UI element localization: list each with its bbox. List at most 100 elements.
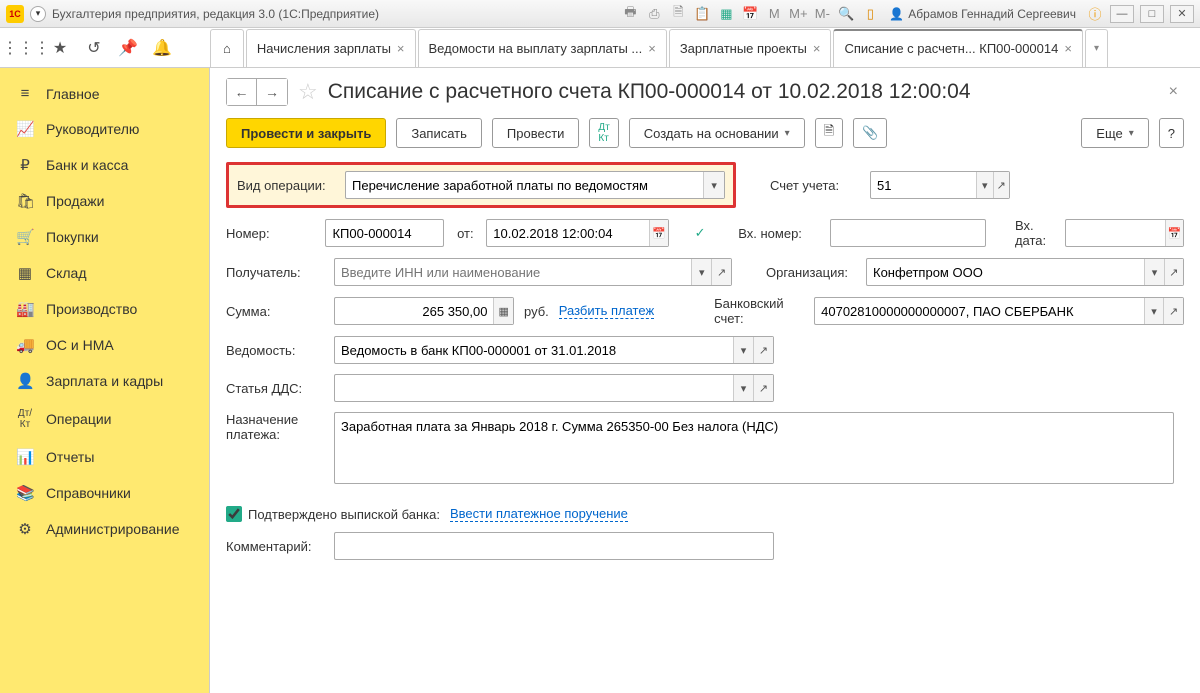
create-based-button[interactable]: Создать на основании▾ (629, 118, 805, 148)
sidebar-item-reports[interactable]: 📊Отчеты (0, 439, 209, 475)
titlebar-dropdown[interactable]: ▾ (30, 6, 46, 22)
dropdown-icon[interactable]: ▾ (976, 172, 993, 198)
m-icon[interactable]: M (765, 5, 783, 23)
confirm-checkbox[interactable]: Подтверждено выпиской банка: (226, 506, 440, 522)
comment-input[interactable] (335, 533, 773, 559)
tab-writeoff[interactable]: Списание с расчетн... КП00-000014× (833, 29, 1082, 67)
back-button[interactable]: ← (227, 79, 257, 105)
help-button[interactable]: ? (1159, 118, 1184, 148)
recipient-input[interactable] (335, 259, 691, 285)
history-icon[interactable]: ↺ (84, 38, 104, 58)
calendar-icon[interactable]: 📅 (1165, 220, 1183, 246)
open-icon[interactable]: ↗ (711, 259, 731, 285)
post-button[interactable]: Провести (492, 118, 580, 148)
tab-payroll[interactable]: Начисления зарплаты× (246, 29, 416, 67)
op-type-field[interactable]: ▾ (345, 171, 725, 199)
save-button[interactable]: Записать (396, 118, 482, 148)
attach-button[interactable]: 📎 (853, 118, 887, 148)
tab-home[interactable]: ⌂ (210, 29, 244, 67)
calendar-icon[interactable]: 📅 (741, 5, 759, 23)
sidebar-item-bank[interactable]: ₽Банк и касса (0, 147, 209, 183)
open-icon[interactable]: ↗ (1163, 298, 1183, 324)
comment-field[interactable] (334, 532, 774, 560)
op-type-input[interactable] (346, 172, 703, 198)
dtkt-button[interactable]: ДтКт (589, 118, 618, 148)
account-field[interactable]: ▾ ↗ (870, 171, 1010, 199)
document-icon[interactable]: 🗎 (669, 5, 687, 23)
tab-close-icon[interactable]: × (397, 41, 405, 56)
more-button[interactable]: Еще▾ (1081, 118, 1148, 148)
dropdown-icon[interactable]: ▾ (1144, 259, 1163, 285)
number-field[interactable] (325, 219, 444, 247)
in-date-field[interactable]: 📅 (1065, 219, 1184, 247)
tab-close-icon[interactable]: × (1064, 41, 1072, 56)
enter-payment-order-link[interactable]: Ввести платежное поручение (450, 506, 628, 522)
apps-icon[interactable]: ⋮⋮⋮ (16, 38, 36, 58)
open-icon[interactable]: ↗ (753, 375, 773, 401)
search-icon[interactable]: 🔍 (837, 5, 855, 23)
calc-icon[interactable]: ▦ (717, 5, 735, 23)
tab-salary-projects[interactable]: Зарплатные проекты× (669, 29, 832, 67)
date-field[interactable]: 📅 (486, 219, 669, 247)
dropdown-icon[interactable]: ▾ (703, 172, 724, 198)
sidebar-item-warehouse[interactable]: ▦Склад (0, 255, 209, 291)
sidebar-item-salary[interactable]: 👤Зарплата и кадры (0, 363, 209, 399)
purpose-textarea[interactable] (334, 412, 1174, 484)
sidebar-item-manager[interactable]: 📈Руководителю (0, 111, 209, 147)
tab-close-icon[interactable]: × (648, 41, 656, 56)
split-payment-link[interactable]: Разбить платеж (559, 303, 654, 319)
org-field[interactable]: ▾ ↗ (866, 258, 1184, 286)
dds-field[interactable]: ▾ ↗ (334, 374, 774, 402)
sidebar-item-production[interactable]: 🏭Производство (0, 291, 209, 327)
tab-overflow[interactable]: ▾ (1085, 29, 1108, 67)
in-number-input[interactable] (831, 220, 984, 246)
sidebar-item-sales[interactable]: 🛍Продажи (0, 183, 209, 219)
sheet-input[interactable] (335, 337, 733, 363)
report-button[interactable]: 🗎 (815, 118, 843, 148)
calc-icon[interactable]: ▦ (493, 298, 513, 324)
info-icon[interactable]: ⓘ (1086, 5, 1104, 23)
m-minus-icon[interactable]: M- (813, 5, 831, 23)
sidebar-item-purchases[interactable]: 🛒Покупки (0, 219, 209, 255)
pin-icon[interactable]: 📌 (118, 38, 138, 58)
sum-input[interactable] (335, 298, 493, 324)
clipboard-icon[interactable]: 📋 (693, 5, 711, 23)
star-icon[interactable]: ★ (50, 38, 70, 58)
forward-button[interactable]: → (257, 79, 287, 105)
sheet-field[interactable]: ▾ ↗ (334, 336, 774, 364)
minimize-button[interactable]: — (1110, 5, 1134, 23)
dropdown-icon[interactable]: ▾ (733, 337, 753, 363)
date-input[interactable] (487, 220, 648, 246)
sidebar-item-admin[interactable]: ⚙Администрирование (0, 511, 209, 547)
close-doc-button[interactable]: × (1163, 83, 1184, 101)
open-icon[interactable]: ↗ (753, 337, 773, 363)
dropdown-icon[interactable]: ▾ (733, 375, 753, 401)
recipient-field[interactable]: ▾ ↗ (334, 258, 732, 286)
dds-input[interactable] (335, 375, 733, 401)
in-date-input[interactable] (1066, 220, 1165, 246)
panel-icon[interactable]: ▯ (861, 5, 879, 23)
favorite-star-icon[interactable]: ☆ (298, 79, 318, 105)
bank-acc-field[interactable]: ▾ ↗ (814, 297, 1184, 325)
post-and-close-button[interactable]: Провести и закрыть (226, 118, 386, 148)
sidebar-item-operations[interactable]: Дт/КтОперации (0, 399, 209, 439)
close-window-button[interactable]: ✕ (1170, 5, 1194, 23)
open-icon[interactable]: ↗ (1164, 259, 1183, 285)
dropdown-icon[interactable]: ▾ (1144, 298, 1164, 324)
bell-icon[interactable]: 🔔 (152, 38, 172, 58)
sum-field[interactable]: ▦ (334, 297, 514, 325)
printer-icon[interactable]: ⎙ (645, 5, 663, 23)
dropdown-icon[interactable]: ▾ (691, 259, 711, 285)
calendar-icon[interactable]: 📅 (649, 220, 669, 246)
maximize-button[interactable]: □ (1140, 5, 1164, 23)
confirm-checkbox-input[interactable] (226, 506, 242, 522)
open-icon[interactable]: ↗ (993, 172, 1010, 198)
account-input[interactable] (871, 172, 976, 198)
print-icon[interactable]: 🖶 (621, 5, 639, 23)
number-input[interactable] (326, 220, 443, 246)
sidebar-item-references[interactable]: 📚Справочники (0, 475, 209, 511)
sidebar-item-assets[interactable]: 🚚ОС и НМА (0, 327, 209, 363)
tab-payment-sheets[interactable]: Ведомости на выплату зарплаты ...× (418, 29, 667, 67)
user-badge[interactable]: 👤 Абрамов Геннадий Сергеевич (885, 7, 1080, 21)
org-input[interactable] (867, 259, 1144, 285)
